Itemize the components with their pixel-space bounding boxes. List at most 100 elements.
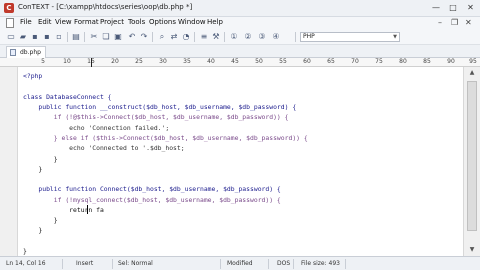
tools-icon[interactable]: ⚒ bbox=[211, 32, 221, 42]
paste-icon[interactable]: ▣ bbox=[113, 32, 123, 42]
ruler-number: 20 bbox=[111, 58, 119, 65]
menu-options[interactable]: Options bbox=[149, 18, 176, 26]
text-caret bbox=[87, 205, 88, 214]
status-separator bbox=[220, 259, 221, 269]
find-icon[interactable]: ⌕ bbox=[157, 32, 167, 42]
ruler-number: 25 bbox=[135, 58, 143, 65]
open-folder-icon[interactable]: ▰ bbox=[18, 32, 28, 42]
php-file-icon bbox=[10, 49, 16, 56]
user-exec-2-icon[interactable]: ② bbox=[243, 32, 253, 42]
menu-view[interactable]: View bbox=[55, 18, 72, 26]
code-line-active: return fa bbox=[23, 206, 104, 214]
tab-db-php[interactable]: db.php bbox=[6, 46, 46, 58]
status-separator bbox=[62, 259, 63, 269]
ruler-number: 75 bbox=[375, 58, 383, 65]
code-line: } bbox=[23, 165, 43, 173]
status-separator bbox=[345, 259, 346, 269]
menu-format[interactable]: Format bbox=[74, 18, 99, 26]
code-line: if (!mysql_connect($db_host, $db_usernam… bbox=[23, 196, 281, 204]
undo-icon[interactable]: ↶ bbox=[127, 32, 137, 42]
macro-icon[interactable]: ◔ bbox=[181, 32, 191, 42]
status-separator bbox=[293, 259, 294, 269]
ruler-number: 50 bbox=[255, 58, 263, 65]
status-filesize: File size: 493 bbox=[301, 260, 340, 267]
toolbar-separator bbox=[295, 32, 296, 42]
ruler-number: 10 bbox=[63, 58, 71, 65]
title-bar: C ConTEXT - [C:\xampp\htdocs\series\oop\… bbox=[0, 0, 480, 17]
replace-icon[interactable]: ⇄ bbox=[169, 32, 179, 42]
tab-bar: db.php bbox=[0, 45, 480, 58]
word-wrap-icon[interactable]: ≡ bbox=[199, 32, 209, 42]
tab-label: db.php bbox=[20, 49, 41, 56]
app-icon: C bbox=[4, 3, 14, 13]
save-icon[interactable]: ▪ bbox=[30, 32, 40, 42]
ruler-number: 55 bbox=[279, 58, 287, 65]
vertical-scrollbar[interactable]: ▲ ▼ bbox=[463, 67, 480, 256]
code-line: } bbox=[23, 247, 27, 255]
cut-icon[interactable]: ✂ bbox=[89, 32, 99, 42]
user-exec-4-icon[interactable]: ④ bbox=[271, 32, 281, 42]
close-file-icon[interactable]: ▫ bbox=[54, 32, 64, 42]
code-line: echo 'Connected to '.$db_host; bbox=[23, 144, 185, 152]
ruler: 5 10 15 20 25 30 35 40 45 50 55 60 65 70… bbox=[0, 58, 480, 67]
ruler-number: 40 bbox=[207, 58, 215, 65]
code-line: public function __construct($db_host, $d… bbox=[23, 103, 297, 111]
menu-bar: File Edit View Format Project Tools Opti… bbox=[0, 17, 480, 29]
close-window-button[interactable]: ✕ bbox=[462, 2, 479, 14]
menu-window[interactable]: Window bbox=[178, 18, 206, 26]
toolbar-separator bbox=[67, 32, 68, 42]
status-selection: Sel: Normal bbox=[118, 260, 153, 267]
menu-project[interactable]: Project bbox=[100, 18, 124, 26]
toolbar: ▭ ▰ ▪ ▪ ▫ ▤ ✂ ❏ ▣ ↶ ↷ ⌕ ⇄ ◔ ≡ ⚒ ① ② ③ ④ … bbox=[0, 29, 480, 45]
status-separator bbox=[268, 259, 269, 269]
toolbar-separator bbox=[224, 32, 225, 42]
toolbar-separator bbox=[152, 32, 153, 42]
code-line: } else if ($this->Connect($db_host, $db_… bbox=[23, 134, 308, 142]
save-all-icon[interactable]: ▪ bbox=[42, 32, 52, 42]
code-editor[interactable]: <?php class DatabaseConnect { public fun… bbox=[19, 67, 463, 256]
code-line: } bbox=[23, 216, 58, 224]
user-exec-3-icon[interactable]: ③ bbox=[257, 32, 267, 42]
code-line: } bbox=[23, 226, 43, 234]
menu-help[interactable]: Help bbox=[207, 18, 223, 26]
mdi-restore-button[interactable]: ❐ bbox=[451, 18, 458, 28]
ruler-cursor-marker bbox=[91, 58, 92, 67]
ruler-number: 5 bbox=[41, 58, 45, 65]
menu-edit[interactable]: Edit bbox=[38, 18, 52, 26]
code-line: public function Connect($db_host, $db_us… bbox=[23, 185, 281, 193]
highlighter-value: PHP bbox=[303, 33, 315, 40]
status-bar: Ln 14, Col 16 Insert Sel: Normal Modifie… bbox=[0, 256, 480, 270]
maximize-button[interactable]: □ bbox=[446, 2, 460, 14]
menu-tools[interactable]: Tools bbox=[128, 18, 145, 26]
status-format: DOS bbox=[277, 260, 291, 267]
mdi-minimize-button[interactable]: – bbox=[438, 18, 442, 28]
code-line: } bbox=[23, 155, 58, 163]
line-gutter[interactable] bbox=[0, 67, 18, 256]
menu-file[interactable]: File bbox=[20, 18, 32, 26]
ruler-number: 60 bbox=[303, 58, 311, 65]
minimize-button[interactable]: — bbox=[429, 2, 443, 14]
redo-icon[interactable]: ↷ bbox=[139, 32, 149, 42]
scroll-down-icon[interactable]: ▼ bbox=[464, 244, 480, 256]
scrollbar-thumb[interactable] bbox=[467, 81, 477, 231]
code-line: if (!@$this->Connect($db_host, $db_usern… bbox=[23, 113, 289, 121]
user-exec-1-icon[interactable]: ① bbox=[229, 32, 239, 42]
window-title: ConTEXT - [C:\xampp\htdocs\series\oop\db… bbox=[18, 3, 193, 11]
highlighter-select[interactable]: PHP ▼ bbox=[300, 32, 400, 42]
scroll-up-icon[interactable]: ▲ bbox=[464, 67, 480, 79]
ruler-number: 95 bbox=[469, 58, 477, 65]
ruler-number: 65 bbox=[327, 58, 335, 65]
ruler-number: 35 bbox=[183, 58, 191, 65]
new-file-icon[interactable]: ▭ bbox=[6, 32, 16, 42]
ruler-number: 30 bbox=[159, 58, 167, 65]
copy-icon[interactable]: ❏ bbox=[101, 32, 111, 42]
status-position: Ln 14, Col 16 bbox=[6, 260, 46, 267]
code-line: <?php bbox=[23, 72, 43, 80]
ruler-number: 85 bbox=[423, 58, 431, 65]
document-icon[interactable] bbox=[6, 18, 14, 28]
status-separator bbox=[112, 259, 113, 269]
mdi-close-button[interactable]: ✕ bbox=[465, 18, 472, 28]
status-mode: Insert bbox=[76, 260, 94, 267]
ruler-number: 45 bbox=[231, 58, 239, 65]
print-icon[interactable]: ▤ bbox=[71, 32, 81, 42]
